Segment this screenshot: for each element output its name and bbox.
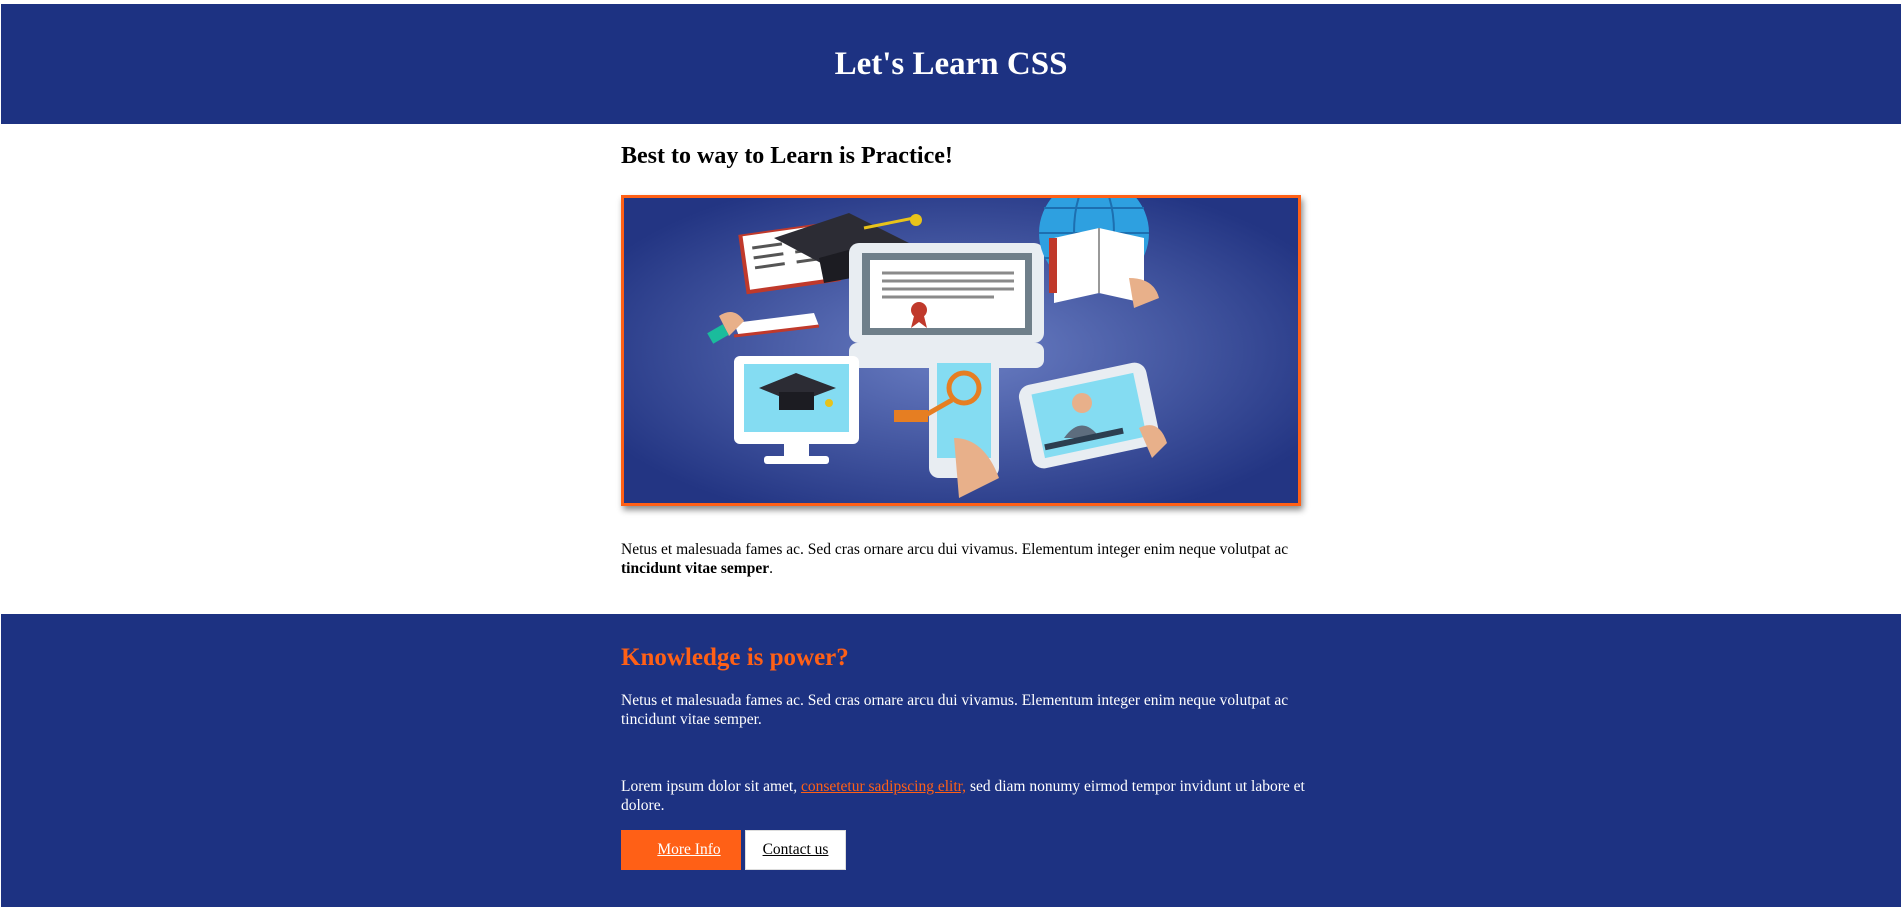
page-title: Let's Learn CSS [834, 45, 1068, 82]
footer-paragraph-2: Lorem ipsum dolor sit amet, consetetur s… [621, 777, 1321, 815]
button-group: More Info Contact us [621, 830, 846, 870]
footer-heading: Knowledge is power? [621, 644, 849, 671]
intro-end: . [769, 560, 773, 577]
footer-section: Knowledge is power? Netus et malesuada f… [1, 614, 1901, 907]
paragraph-2-start: Lorem ipsum dolor sit amet, [621, 778, 801, 795]
intro-paragraph: Netus et malesuada fames ac. Sed cras or… [621, 540, 1321, 578]
footer-paragraph-1: Netus et malesuada fames ac. Sed cras or… [621, 692, 1289, 728]
section-subtitle: Best to way to Learn is Practice! [621, 143, 953, 169]
intro-bold: tincidunt vitae semper [621, 560, 770, 577]
intro-text: Netus et malesuada fames ac. Sed cras or… [621, 541, 1289, 558]
more-info-button[interactable]: More Info [621, 830, 741, 870]
hero-image [621, 195, 1301, 506]
contact-us-button[interactable]: Contact us [745, 830, 846, 870]
education-illustration [624, 198, 1298, 503]
page-header: Let's Learn CSS [1, 4, 1901, 124]
inline-link[interactable]: consetetur sadipscing elitr, [801, 778, 966, 795]
